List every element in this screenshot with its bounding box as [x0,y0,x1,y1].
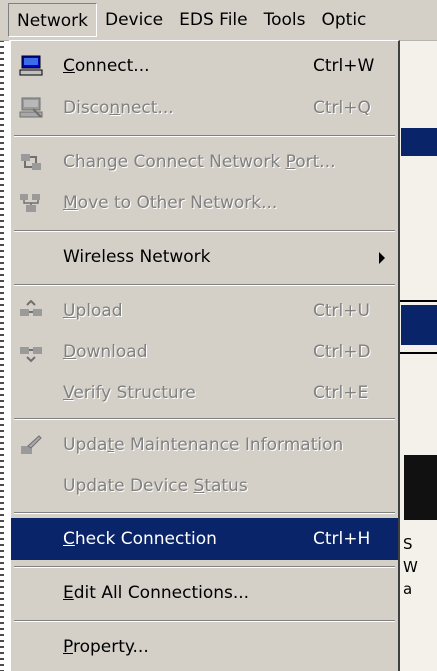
background-dotted-guide [0,40,4,671]
menu-item-check-connection[interactable]: Check Connection Ctrl+H [11,518,398,560]
menu-item-label: Update Maintenance Information [63,435,344,455]
background-text-fragment: S [403,535,413,553]
upload-icon [19,299,43,322]
menu-item-label: Property... [63,637,149,657]
menu-item-move-to-other-network: Move to Other Network... [11,182,398,224]
shortcut-text: Ctrl+W [313,56,375,76]
background-blue-bar [401,128,437,156]
menu-item-label: Verify Structure [63,383,196,403]
menu-item-label: Update Device Status [63,476,248,496]
menu-item-label: Move to Other Network... [63,193,278,213]
menubar-eds-file[interactable]: EDS File [171,3,255,37]
background-blue-panel [401,305,437,345]
shortcut-text: Ctrl+H [313,529,371,549]
submenu-arrow-icon [379,252,385,264]
menu-separator [14,620,395,622]
menu-separator [14,566,395,568]
menu-item-label: Upload [63,301,123,321]
background-text-fragment: W [403,558,418,576]
menubar-options[interactable]: Optic [314,3,375,37]
computer-connect-icon [19,55,43,77]
menu-item-update-device-status: Update Device Status [11,465,398,507]
maintenance-icon [19,434,43,456]
menu-item-download: Download Ctrl+D [11,331,398,373]
shortcut-text: Ctrl+Q [313,98,371,118]
menu-item-label: Edit All Connections... [63,583,250,603]
menu-item-edit-all-connections[interactable]: Edit All Connections... [11,572,398,614]
menu-item-label: Change Connect Network Port... [63,152,336,172]
menu-item-wireless-network[interactable]: Wireless Network [11,236,398,278]
network-dropdown-menu: Connect... Ctrl+W Disconnect... Ctrl+Q C… [9,40,400,671]
background-rule [400,352,437,354]
menu-item-label: Check Connection [63,529,217,549]
move-network-icon [19,192,43,214]
menubar-network[interactable]: Network [8,3,97,37]
shortcut-text: Ctrl+U [313,301,370,321]
menu-separator [14,230,395,232]
menu-item-label: Download [63,342,148,362]
menu-separator [14,512,395,514]
menu-separator [14,418,395,420]
menu-item-verify-structure: Verify Structure Ctrl+E [11,372,398,414]
download-icon [19,341,43,363]
menubar-device[interactable]: Device [97,3,171,37]
menu-item-label: Connect... [63,56,150,76]
background-dark-panel [404,455,437,520]
menu-separator [14,135,395,137]
menu-item-disconnect: Disconnect... Ctrl+Q [11,87,398,129]
menu-item-connect[interactable]: Connect... Ctrl+W [11,45,398,87]
menu-item-label: Wireless Network [63,247,211,267]
computer-disconnect-icon [19,97,43,119]
menu-separator [14,284,395,286]
menubar-tools[interactable]: Tools [256,3,314,37]
menu-item-update-maintenance-information: Update Maintenance Information [11,424,398,466]
menu-item-property[interactable]: Property... [11,626,398,668]
menu-item-change-connect-network-port: Change Connect Network Port... [11,141,398,183]
background-rule [400,300,437,302]
network-port-icon [19,151,43,173]
shortcut-text: Ctrl+E [313,383,369,403]
background-text-fragment: a [403,580,413,598]
menu-bar: Network Device EDS File Tools Optic [0,0,437,41]
menu-item-label: Disconnect... [63,98,174,118]
shortcut-text: Ctrl+D [313,342,371,362]
menu-item-upload: Upload Ctrl+U [11,290,398,332]
